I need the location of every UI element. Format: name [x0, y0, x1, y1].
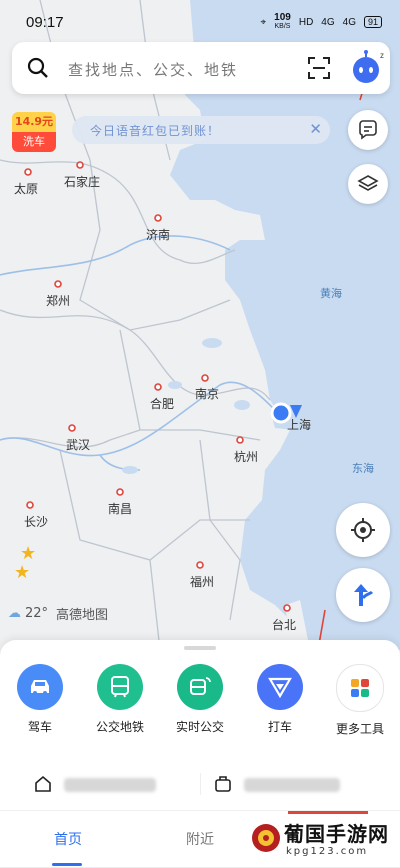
sea-label: 东海 — [352, 462, 374, 475]
tab-nearby[interactable]: 附近 — [186, 829, 214, 849]
company-shortcut[interactable] — [214, 775, 232, 797]
location-icon: ⌖ — [260, 16, 267, 28]
quick-tools: 驾车 公交地铁 实时公交 打车 更多工具 — [0, 664, 400, 737]
weather-temp: 22° — [25, 606, 49, 621]
city-label: 武汉 — [66, 438, 91, 452]
route-arrow-icon — [354, 584, 374, 606]
tool-label: 公交地铁 — [95, 720, 144, 734]
car-icon — [17, 664, 63, 710]
close-icon[interactable]: ✕ — [309, 120, 322, 138]
tool-label: 实时公交 — [175, 720, 224, 734]
watermark-url: kpg123.com — [286, 846, 369, 857]
active-tab-indicator — [52, 863, 82, 866]
city-label: 上海 — [287, 418, 312, 432]
bus-icon — [97, 664, 143, 710]
promo-label: 洗车 — [12, 132, 56, 152]
city-label: 长沙 — [24, 515, 49, 529]
favorite-star-icon[interactable]: ★ — [14, 562, 30, 583]
weather-info: ☁ 22° 高德地图 — [8, 604, 108, 623]
favorite-star-icon[interactable]: ★ — [20, 543, 36, 564]
city-label: 南昌 — [108, 502, 133, 516]
watermark: 葡国手游网 kpg123.com — [246, 816, 400, 867]
voice-redpacket-notice[interactable]: 今日语音红包已到账！ ✕ — [72, 116, 330, 144]
status-bar: 09:17 ⌖ 109 KB/S HD 4G 4G 91 — [0, 0, 400, 40]
home-icon — [35, 775, 51, 792]
layers-icon — [357, 175, 379, 191]
taxi-icon — [257, 664, 303, 710]
city-label: 济南 — [146, 228, 171, 242]
city-label: 台北 — [272, 618, 297, 632]
scan-icon[interactable] — [306, 55, 332, 81]
promo-price: 14.9元 — [12, 112, 56, 132]
route-button[interactable] — [336, 568, 390, 622]
crosshair-icon — [351, 518, 375, 542]
company-address-blurred[interactable] — [244, 778, 340, 792]
watermark-logo-icon — [252, 824, 280, 852]
city-label: 石家庄 — [64, 175, 101, 189]
tool-drive[interactable]: 驾车 — [0, 664, 80, 737]
car-wash-promo[interactable]: 14.9元 洗车 — [12, 112, 56, 152]
status-time: 09:17 — [26, 14, 64, 31]
tab-home[interactable]: 首页 — [54, 829, 82, 849]
briefcase-icon — [215, 776, 231, 792]
svg-text:z: z — [380, 51, 384, 60]
assistant-avatar-icon[interactable]: z — [348, 48, 388, 88]
tool-transit[interactable]: 公交地铁 — [80, 664, 160, 737]
battery-icon: 91 — [363, 16, 382, 28]
watermark-name: 葡国手游网 — [284, 822, 389, 846]
sea-label: 黄海 — [320, 287, 342, 300]
city-label: 合肥 — [150, 397, 175, 411]
message-button[interactable] — [348, 110, 388, 150]
city-label: 郑州 — [46, 294, 71, 308]
search-input[interactable]: 查找地点、公交、地铁 — [68, 59, 238, 80]
cloud-icon: ☁ — [8, 606, 21, 621]
tool-label: 打车 — [267, 720, 292, 734]
realtime-bus-icon — [177, 664, 223, 710]
net-speed: 109 KB/S — [274, 12, 291, 31]
layers-button[interactable] — [348, 164, 388, 204]
home-address-blurred[interactable] — [64, 778, 156, 792]
chat-bubble-icon — [359, 120, 377, 140]
search-bar[interactable]: 查找地点、公交、地铁 z — [12, 42, 390, 94]
tool-label: 驾车 — [27, 720, 52, 734]
city-label: 南京 — [195, 387, 220, 401]
home-company-shortcuts — [0, 765, 400, 805]
more-tools-icon — [336, 664, 384, 712]
search-icon — [27, 57, 48, 78]
hd-icon: HD — [298, 16, 314, 28]
signal-icon: 4G — [342, 16, 356, 28]
home-shortcut[interactable] — [34, 775, 52, 797]
signal-icon: 4G — [321, 16, 335, 28]
tool-taxi[interactable]: 打车 — [240, 664, 320, 737]
city-label: 太原 — [14, 182, 39, 196]
drag-handle[interactable] — [184, 646, 216, 650]
brand-logo: 高德地图 — [56, 608, 109, 623]
tool-more[interactable]: 更多工具 — [320, 664, 400, 737]
tool-label: 更多工具 — [335, 722, 384, 736]
city-label: 福州 — [190, 575, 215, 589]
locate-me-button[interactable] — [336, 503, 390, 557]
highlight-marker — [288, 811, 368, 814]
city-label: 杭州 — [234, 450, 259, 464]
notice-text: 今日语音红包已到账！ — [90, 124, 221, 138]
tool-realtime-bus[interactable]: 实时公交 — [160, 664, 240, 737]
